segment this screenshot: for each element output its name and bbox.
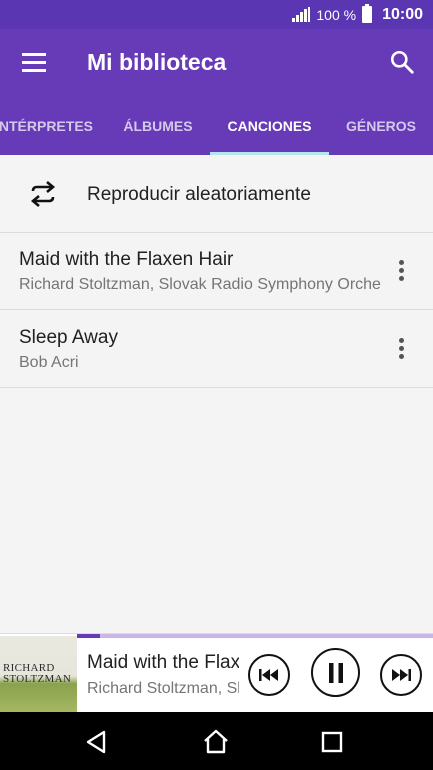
skip-previous-icon — [259, 669, 278, 681]
battery-percent: 100 % — [316, 6, 357, 23]
app-bar: Mi biblioteca — [0, 29, 433, 97]
signal-icon — [292, 7, 311, 22]
playback-progress-fill — [77, 634, 101, 638]
previous-button[interactable] — [248, 654, 290, 696]
shuffle-label: Reproducir aleatoriamente — [87, 184, 311, 205]
song-artist: Bob Acri — [19, 354, 79, 371]
clock: 10:00 — [382, 5, 423, 23]
skip-next-icon — [392, 669, 411, 681]
home-icon[interactable] — [202, 728, 230, 756]
tab-albumes[interactable]: ÁLBUMES — [108, 97, 208, 155]
song-title: Maid with the Flaxen Hair — [19, 249, 234, 270]
menu-icon[interactable] — [22, 53, 46, 73]
page-title: Mi biblioteca — [87, 49, 227, 75]
more-options-icon[interactable] — [392, 260, 410, 284]
recent-apps-icon[interactable] — [318, 728, 346, 756]
song-row[interactable]: Sleep Away Bob Acri — [0, 311, 433, 388]
more-options-icon[interactable] — [392, 338, 410, 362]
playback-progress[interactable] — [77, 634, 433, 638]
shuffle-repeat-icon — [30, 181, 56, 207]
tab-canciones[interactable]: CANCIONES — [210, 97, 329, 155]
song-artist: Richard Stoltzman, Slovak Radio Symphony… — [19, 276, 381, 293]
tab-bar: INTÉRPRETES ÁLBUMES CANCIONES GÉNEROS — [0, 97, 433, 155]
back-icon[interactable] — [82, 728, 110, 756]
pause-icon — [328, 662, 343, 683]
status-bar: 100 % 10:00 — [0, 0, 433, 29]
song-row[interactable]: Maid with the Flaxen Hair Richard Stoltz… — [0, 233, 433, 310]
now-playing-title: Maid with the Flaxen Hair — [87, 652, 239, 673]
tab-generos[interactable]: GÉNEROS — [335, 97, 427, 155]
search-icon[interactable] — [389, 49, 415, 75]
now-playing-artist: Richard Stoltzman, Slovak Radio Symphony… — [87, 680, 239, 697]
pause-button[interactable] — [311, 648, 360, 697]
shuffle-all-row[interactable]: Reproducir aleatoriamente — [0, 155, 433, 233]
album-art-text: STOLTZMAN — [3, 673, 72, 685]
system-navigation-bar — [0, 712, 433, 770]
song-title: Sleep Away — [19, 327, 118, 348]
now-playing-bar[interactable]: RICHARD STOLTZMAN Maid with the Flaxen H… — [0, 633, 433, 713]
album-art[interactable]: RICHARD STOLTZMAN — [0, 636, 77, 713]
next-button[interactable] — [380, 654, 422, 696]
tab-interpretes[interactable]: INTÉRPRETES — [0, 97, 94, 155]
battery-icon — [362, 4, 373, 23]
